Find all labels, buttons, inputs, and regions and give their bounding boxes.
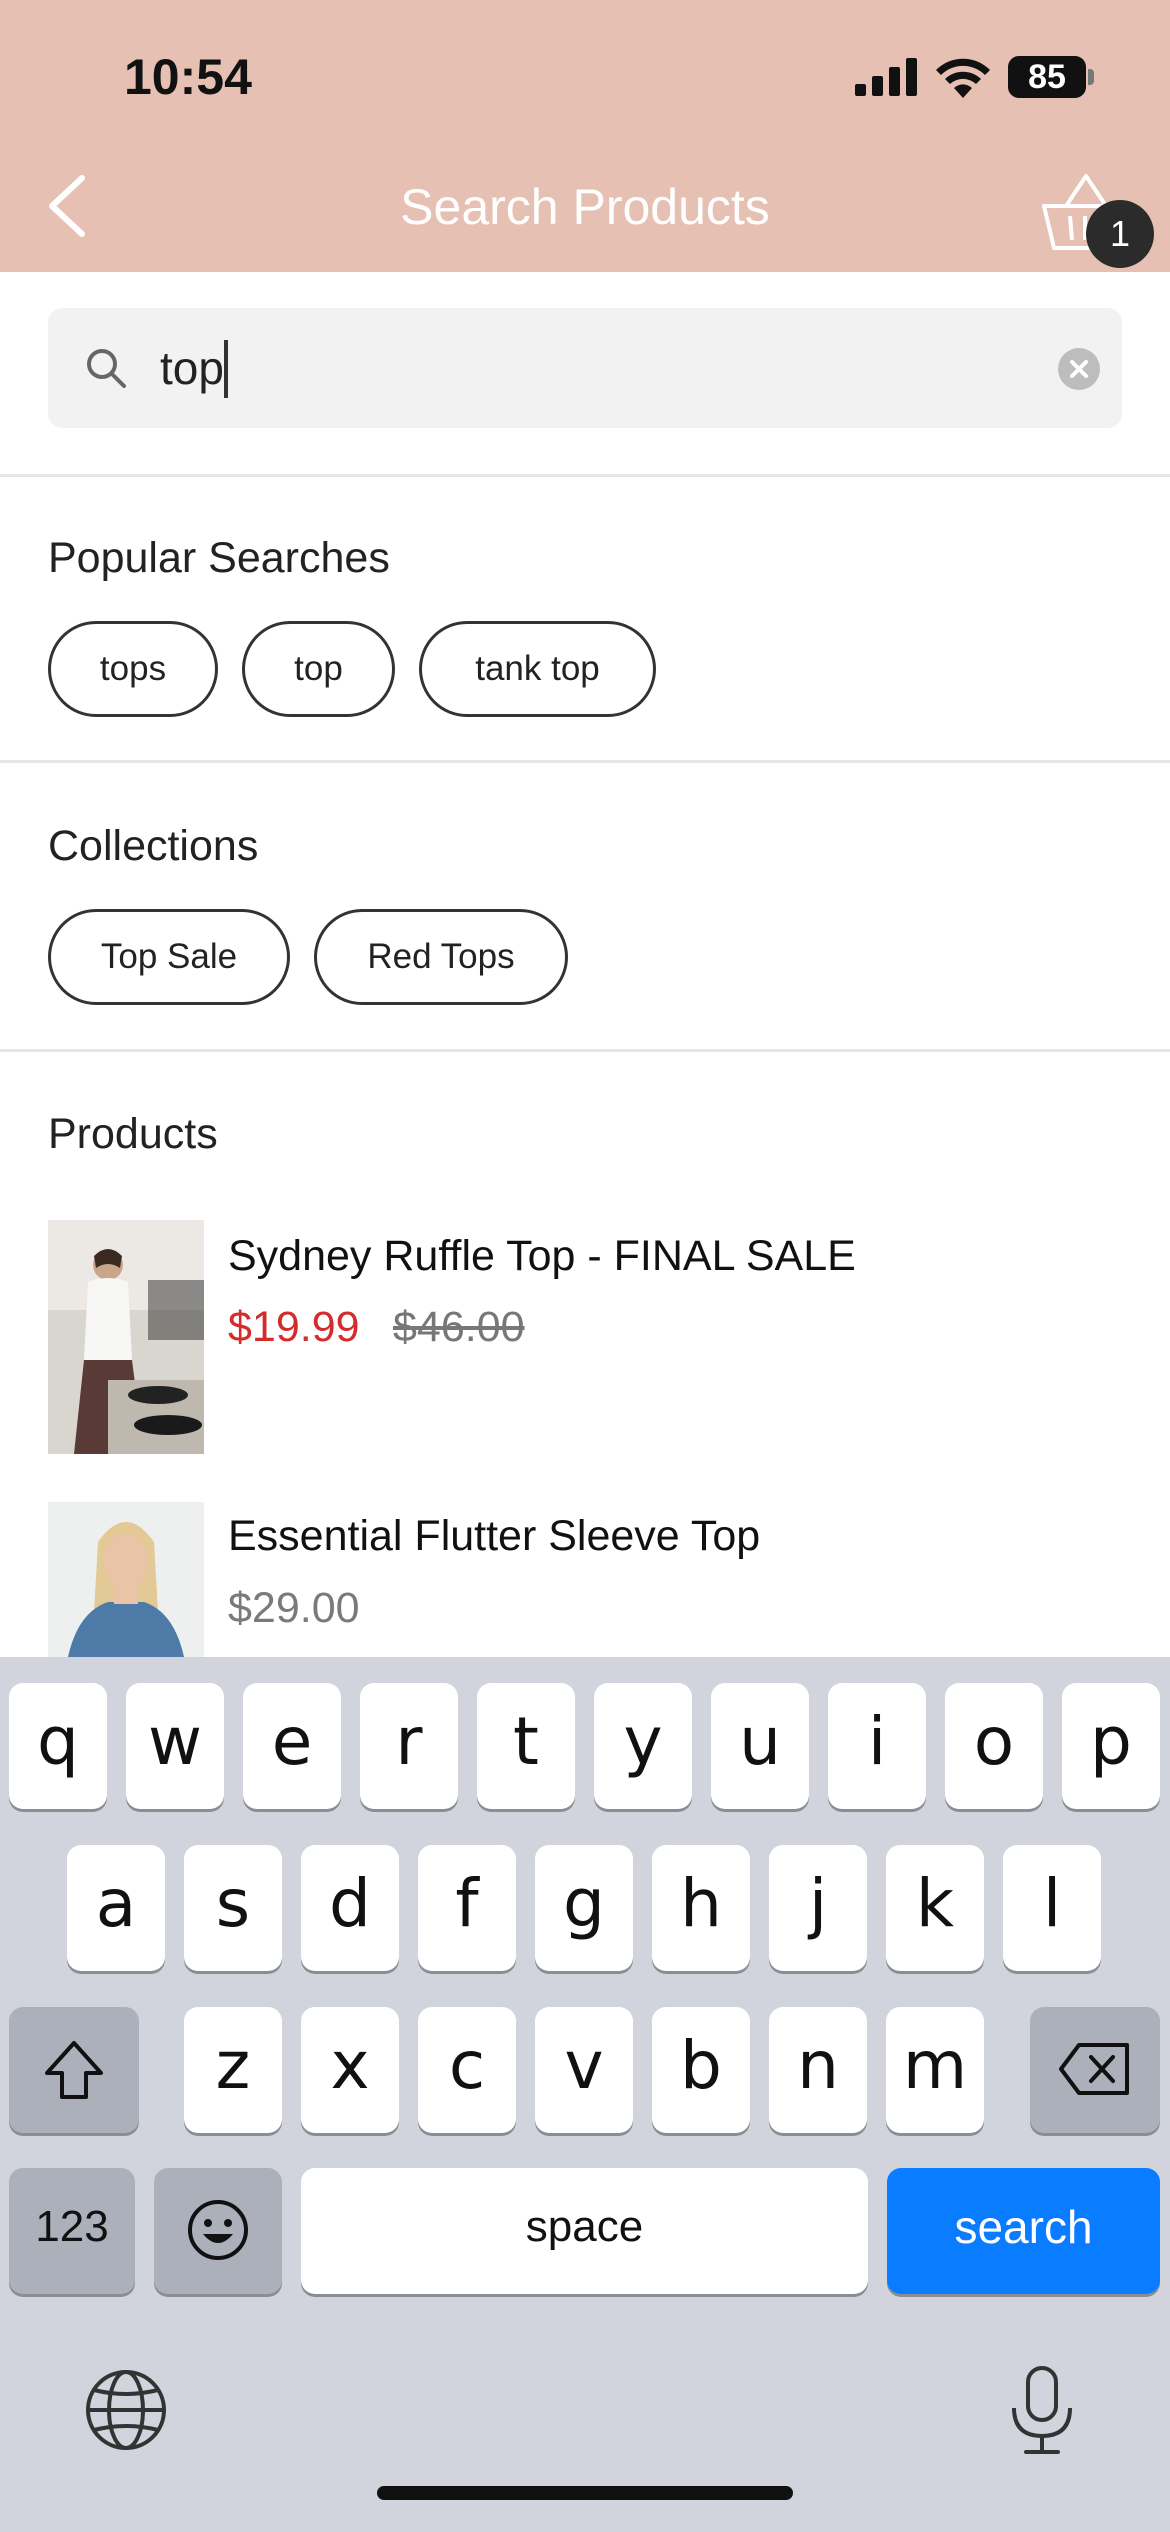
key-c[interactable]: c [418, 2007, 516, 2133]
key-z[interactable]: z [184, 2007, 282, 2133]
key-k[interactable]: k [886, 1845, 984, 1971]
page-title: Search Products [400, 179, 770, 235]
key-u[interactable]: u [711, 1683, 809, 1809]
key-a[interactable]: a [67, 1845, 165, 1971]
product-sale-price: $19.99 [228, 1303, 360, 1351]
delete-key[interactable] [1030, 2007, 1160, 2133]
key-q[interactable]: q [9, 1683, 107, 1809]
section-divider [0, 474, 1170, 477]
collection-chip-red-tops[interactable]: Red Tops [314, 909, 568, 1005]
key-i[interactable]: i [828, 1683, 926, 1809]
microphone-icon[interactable] [1006, 2364, 1078, 2456]
key-f[interactable]: f [418, 1845, 516, 1971]
space-key[interactable]: space [301, 2168, 868, 2294]
search-icon [87, 349, 126, 388]
key-g[interactable]: g [535, 1845, 633, 1971]
popular-searches-title: Popular Searches [48, 534, 390, 582]
product-name: Essential Flutter Sleeve Top [228, 1512, 761, 1560]
key-d[interactable]: d [301, 1845, 399, 1971]
popular-chip-top[interactable]: top [242, 621, 395, 717]
clear-icon [1070, 360, 1088, 378]
key-x[interactable]: x [301, 2007, 399, 2133]
section-divider [0, 1049, 1170, 1052]
battery-tip [1088, 69, 1094, 85]
clear-search-button[interactable] [1058, 348, 1100, 390]
key-h[interactable]: h [652, 1845, 750, 1971]
popular-chip-tops[interactable]: tops [48, 621, 218, 717]
key-l[interactable]: l [1003, 1845, 1101, 1971]
section-divider [0, 760, 1170, 763]
wifi-icon [936, 58, 990, 98]
products-title: Products [48, 1110, 218, 1158]
search-field[interactable] [48, 308, 1122, 428]
product-price: $29.00 [228, 1584, 360, 1632]
key-v[interactable]: v [535, 2007, 633, 2133]
header-bar: 10:54 85 Search Products 1 [0, 0, 1170, 272]
product-original-price: $46.00 [393, 1303, 525, 1351]
shift-arrow-icon [45, 2041, 103, 2099]
cart-count-badge: 1 [1086, 200, 1154, 268]
key-n[interactable]: n [769, 2007, 867, 2133]
collection-chip-top-sale[interactable]: Top Sale [48, 909, 290, 1005]
emoji-icon [188, 2200, 248, 2260]
key-r[interactable]: r [360, 1683, 458, 1809]
cellular-signal-icon [855, 58, 917, 96]
numbers-key[interactable]: 123 [9, 2168, 135, 2294]
home-indicator[interactable] [377, 2486, 793, 2500]
status-time: 10:54 [124, 49, 252, 105]
search-input[interactable] [160, 334, 1040, 402]
emoji-key[interactable] [154, 2168, 282, 2294]
search-key[interactable]: search [887, 2168, 1160, 2294]
key-t[interactable]: t [477, 1683, 575, 1809]
popular-chip-tank-top[interactable]: tank top [419, 621, 656, 717]
globe-icon[interactable] [84, 2368, 168, 2452]
battery-indicator: 85 [1008, 56, 1094, 98]
product-image [48, 1502, 204, 1657]
key-e[interactable]: e [243, 1683, 341, 1809]
text-caret [224, 340, 228, 398]
key-j[interactable]: j [769, 1845, 867, 1971]
key-s[interactable]: s [184, 1845, 282, 1971]
key-b[interactable]: b [652, 2007, 750, 2133]
product-image [48, 1220, 204, 1454]
key-o[interactable]: o [945, 1683, 1043, 1809]
battery-level: 85 [1028, 58, 1066, 96]
collections-title: Collections [48, 822, 259, 870]
product-name: Sydney Ruffle Top - FINAL SALE [228, 1232, 856, 1280]
key-y[interactable]: y [594, 1683, 692, 1809]
key-w[interactable]: w [126, 1683, 224, 1809]
shift-key[interactable] [9, 2007, 139, 2133]
backspace-icon [1059, 2043, 1129, 2095]
key-m[interactable]: m [886, 2007, 984, 2133]
key-p[interactable]: p [1062, 1683, 1160, 1809]
